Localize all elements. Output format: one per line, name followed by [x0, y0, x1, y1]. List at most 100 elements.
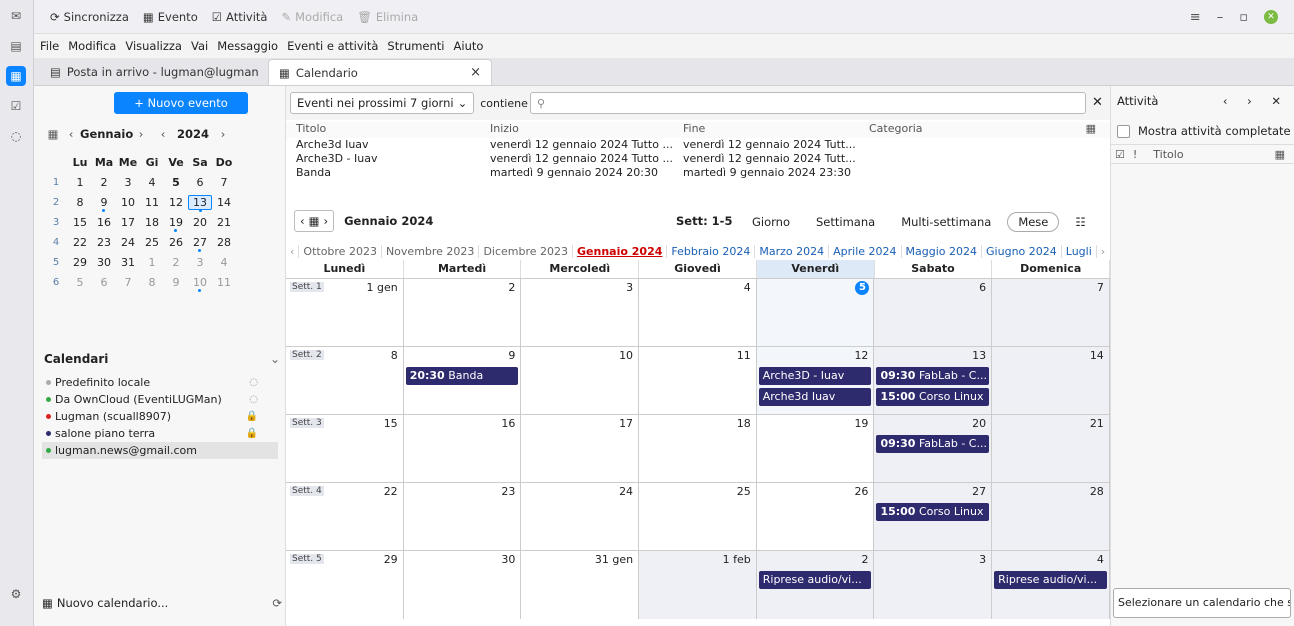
- month-link[interactable]: Novembre 2023: [380, 244, 478, 258]
- minimonth-day[interactable]: 13: [188, 194, 212, 212]
- minimonth-day[interactable]: 25: [140, 236, 164, 249]
- close-tab-icon[interactable]: ×: [470, 65, 481, 80]
- day-cell[interactable]: 14: [992, 347, 1110, 415]
- minimonth-day[interactable]: 8: [140, 276, 164, 289]
- close-filter-icon[interactable]: ✕: [1092, 95, 1103, 110]
- minimonth-day[interactable]: 23: [92, 236, 116, 249]
- minimonth-day[interactable]: 18: [140, 216, 164, 229]
- day-cell[interactable]: 4: [639, 279, 757, 347]
- day-cell[interactable]: 4 Riprese audio/vi...: [992, 551, 1110, 619]
- calendar-list-item[interactable]: lugman.news@gmail.com: [42, 442, 278, 459]
- col-start[interactable]: Inizio: [486, 122, 679, 138]
- day-cell[interactable]: 24: [521, 483, 640, 551]
- calendar-event[interactable]: Riprese audio/vi...: [758, 571, 872, 589]
- minimonth-day[interactable]: 11: [140, 196, 164, 209]
- calendar-event[interactable]: 15:00 Corso Linux: [876, 388, 990, 406]
- day-cell[interactable]: Sett. 3 15: [286, 415, 404, 483]
- day-cell[interactable]: 6: [874, 279, 993, 347]
- restore-icon[interactable]: ▫: [1239, 10, 1248, 25]
- minimonth-day[interactable]: 3: [188, 256, 212, 269]
- minimonth-day[interactable]: 15: [68, 216, 92, 229]
- day-cell[interactable]: Sett. 4 22: [286, 483, 404, 551]
- minimonth-day[interactable]: 20: [188, 216, 212, 229]
- month-link[interactable]: Giugno 2024: [981, 244, 1061, 258]
- day-cell[interactable]: 9 20:30 Banda: [404, 347, 522, 415]
- day-cell[interactable]: Sett. 1 1 gen: [286, 279, 404, 347]
- minimonth-day[interactable]: 16: [92, 216, 116, 229]
- calendar-list-item[interactable]: Da OwnCloud (EventiLUGMan) ◌: [42, 391, 278, 408]
- col-category[interactable]: Categoria: [865, 122, 1085, 138]
- day-cell[interactable]: 17: [521, 415, 640, 483]
- new-event-button[interactable]: + Nuovo evento: [114, 92, 248, 114]
- day-cell[interactable]: 19: [757, 415, 875, 483]
- minimonth-day[interactable]: 4: [212, 256, 236, 269]
- prev-month-button[interactable]: ‹: [62, 127, 80, 141]
- minimonth-day[interactable]: 31: [116, 256, 140, 269]
- calendar-event[interactable]: 15:00 Corso Linux: [876, 503, 990, 521]
- address-book-icon[interactable]: ▤: [6, 36, 26, 56]
- menu-help[interactable]: Aiuto: [454, 39, 484, 53]
- completed-column-icon[interactable]: ☑: [1115, 148, 1125, 161]
- day-cell[interactable]: 21: [992, 415, 1110, 483]
- day-cell[interactable]: 1 feb: [639, 551, 757, 619]
- priority-column-icon[interactable]: !: [1133, 148, 1137, 161]
- calendar-list-item[interactable]: Lugman (scuall8907) 🔒: [42, 408, 278, 425]
- minimonth-day[interactable]: 28: [212, 236, 236, 249]
- view-options-icon[interactable]: ☷: [1065, 213, 1095, 231]
- day-cell[interactable]: 27 15:00 Corso Linux: [874, 483, 993, 551]
- day-cell[interactable]: 23: [404, 483, 522, 551]
- calendars-header[interactable]: Calendari ⌄: [44, 352, 280, 366]
- minimonth-day[interactable]: 2: [92, 176, 116, 189]
- calendar-event[interactable]: Arche3d Iuav: [758, 388, 872, 406]
- tab-mail[interactable]: ▤ Posta in arrivo - lugman@lugman.c: [40, 59, 268, 85]
- day-cell[interactable]: 10: [521, 347, 640, 415]
- day-cell[interactable]: 2: [404, 279, 522, 347]
- menu-go[interactable]: Vai: [191, 39, 208, 53]
- minimonth-day[interactable]: 14: [212, 196, 236, 209]
- calendar-list-item[interactable]: Predefinito locale ◌: [42, 374, 278, 391]
- months-scroll-left-icon[interactable]: ‹: [286, 245, 298, 258]
- close-window-icon[interactable]: ✕: [1264, 10, 1278, 24]
- menu-events[interactable]: Eventi e attività: [287, 39, 378, 53]
- minimonth-day[interactable]: 11: [212, 276, 236, 289]
- new-task-toolbar-button[interactable]: ☑ Attività: [212, 10, 268, 24]
- minimonth-day[interactable]: 29: [68, 256, 92, 269]
- calendar-event[interactable]: 09:30 FabLab - C...: [876, 435, 990, 453]
- minimonth-day[interactable]: 5: [164, 176, 188, 189]
- minimonth-day[interactable]: 6: [92, 276, 116, 289]
- app-menu-icon[interactable]: ≡: [1190, 10, 1201, 25]
- menu-message[interactable]: Messaggio: [217, 39, 278, 53]
- minimonth-day[interactable]: 22: [68, 236, 92, 249]
- minimonth-day[interactable]: 24: [116, 236, 140, 249]
- tasks-space-icon[interactable]: ☑: [6, 96, 26, 116]
- new-calendar-button[interactable]: ▦ Nuovo calendario... ⟳: [42, 596, 282, 610]
- month-link[interactable]: Marzo 2024: [754, 244, 828, 258]
- mail-space-icon[interactable]: ✉: [6, 6, 26, 26]
- col-end[interactable]: Fine: [679, 122, 865, 138]
- minimonth-day[interactable]: 9: [92, 196, 116, 212]
- menu-file[interactable]: File: [40, 39, 59, 53]
- week-label[interactable]: Sett. 4: [290, 486, 324, 496]
- month-link[interactable]: Aprile 2024: [828, 244, 900, 258]
- day-cell[interactable]: 2 Riprese audio/vi...: [756, 551, 875, 619]
- day-cell[interactable]: 11: [639, 347, 757, 415]
- month-link[interactable]: Febbraio 2024: [666, 244, 754, 258]
- minimonth-day[interactable]: 17: [116, 216, 140, 229]
- day-cell[interactable]: 3: [521, 279, 640, 347]
- day-cell[interactable]: 31 gen: [521, 551, 640, 619]
- settings-icon[interactable]: ⚙: [6, 584, 26, 604]
- chat-space-icon[interactable]: ◌: [6, 126, 26, 146]
- prev-year-button[interactable]: ‹: [154, 127, 172, 141]
- months-scroll-right-icon[interactable]: ›: [1095, 244, 1109, 258]
- edit-button[interactable]: ✎ Modifica: [281, 10, 343, 24]
- week-label[interactable]: Sett. 1: [290, 282, 324, 292]
- today-icon[interactable]: ▦: [309, 214, 320, 228]
- new-event-toolbar-button[interactable]: ▦ Evento: [143, 10, 198, 24]
- day-cell[interactable]: 12 Arche3D - Iuav Arche3d Iuav: [756, 347, 875, 415]
- minimonth-day[interactable]: 4: [140, 176, 164, 189]
- day-cell[interactable]: 30: [404, 551, 522, 619]
- day-cell[interactable]: 25: [639, 483, 757, 551]
- delete-button[interactable]: 🗑 Elimina: [357, 10, 418, 24]
- minimonth-day[interactable]: 6: [188, 176, 212, 189]
- column-picker-icon[interactable]: ▦: [1086, 122, 1110, 138]
